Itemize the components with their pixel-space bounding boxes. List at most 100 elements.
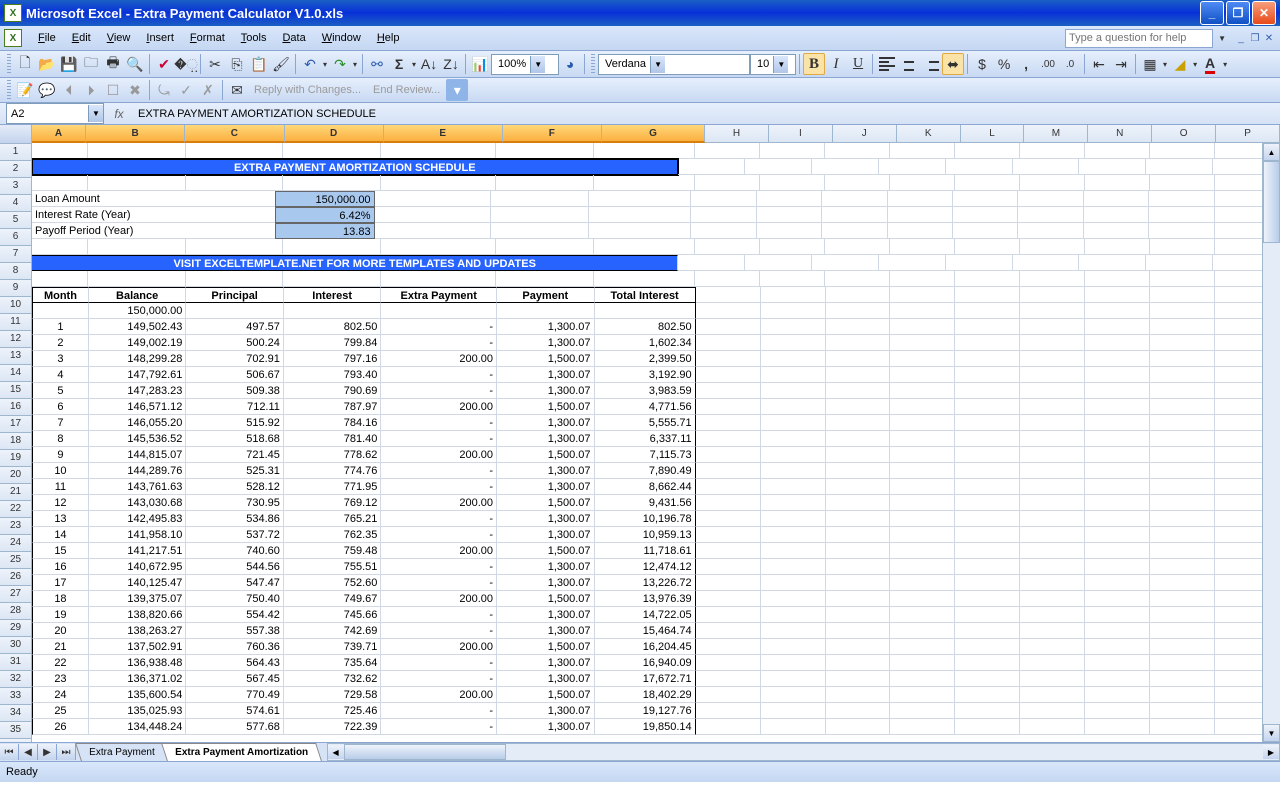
cell[interactable] — [1020, 239, 1085, 255]
data-cell[interactable]: 1,300.07 — [497, 527, 595, 543]
cell[interactable] — [745, 255, 812, 271]
data-cell[interactable]: 6 — [32, 399, 89, 415]
cell[interactable] — [890, 287, 955, 303]
cell[interactable] — [890, 479, 955, 495]
cell[interactable]: 150,000.00 — [89, 303, 187, 319]
cell[interactable] — [1150, 687, 1215, 703]
cell[interactable] — [955, 655, 1020, 671]
row-header[interactable]: 23 — [0, 518, 32, 535]
row-header[interactable]: 25 — [0, 552, 32, 569]
data-cell[interactable]: 1,300.07 — [497, 367, 595, 383]
cell[interactable] — [1150, 623, 1215, 639]
data-cell[interactable]: 784.16 — [284, 415, 382, 431]
cell[interactable] — [696, 335, 761, 351]
cell[interactable] — [890, 543, 955, 559]
cell[interactable] — [32, 303, 89, 319]
cell[interactable] — [761, 671, 826, 687]
cell[interactable] — [695, 239, 760, 255]
data-cell[interactable]: 3,192.90 — [595, 367, 696, 383]
increase-indent-button[interactable]: ⇥ — [1110, 53, 1132, 75]
menu-data[interactable]: Data — [274, 29, 313, 47]
row-header[interactable]: 5 — [0, 212, 32, 229]
cell[interactable] — [955, 447, 1020, 463]
cell[interactable] — [1085, 383, 1150, 399]
cell[interactable] — [826, 463, 891, 479]
cell[interactable] — [955, 719, 1020, 735]
permission-icon[interactable]: 🗀 — [80, 53, 102, 75]
cell[interactable] — [812, 255, 879, 271]
scroll-down-icon[interactable]: ▼ — [1263, 724, 1280, 742]
cell[interactable] — [696, 575, 761, 591]
cell[interactable] — [1150, 575, 1215, 591]
cell[interactable] — [1020, 383, 1085, 399]
next-comment-icon[interactable]: ⏵ — [80, 79, 102, 101]
cell[interactable] — [890, 383, 955, 399]
data-cell[interactable]: 1,300.07 — [497, 607, 595, 623]
cell[interactable] — [955, 319, 1020, 335]
cell[interactable] — [1150, 511, 1215, 527]
vertical-scrollbar[interactable]: ▲ ▼ — [1262, 143, 1280, 742]
menu-window[interactable]: Window — [314, 29, 369, 47]
data-cell[interactable]: 19,127.76 — [595, 703, 696, 719]
row-header[interactable]: 27 — [0, 586, 32, 603]
data-cell[interactable]: 802.50 — [284, 319, 382, 335]
paste-icon[interactable]: 📋 — [248, 53, 270, 75]
cell[interactable] — [695, 271, 760, 287]
data-cell[interactable]: 143,761.63 — [89, 479, 187, 495]
cell[interactable] — [1150, 351, 1215, 367]
cell[interactable] — [381, 239, 497, 255]
cell[interactable] — [1079, 159, 1146, 175]
font-size-combo[interactable]: 10▼ — [750, 54, 796, 75]
table-header[interactable]: Extra Payment — [381, 287, 497, 303]
cell[interactable] — [1085, 527, 1150, 543]
cell[interactable] — [955, 495, 1020, 511]
cell[interactable] — [1085, 399, 1150, 415]
tab-next-icon[interactable]: ▶ — [38, 744, 57, 760]
cell[interactable] — [1020, 447, 1085, 463]
cell[interactable] — [1150, 303, 1215, 319]
col-header-I[interactable]: I — [769, 125, 833, 143]
cell[interactable] — [955, 175, 1020, 191]
decrease-decimal-button[interactable]: .0 — [1059, 53, 1081, 75]
cell[interactable] — [696, 543, 761, 559]
cell[interactable] — [1079, 255, 1146, 271]
data-cell[interactable]: 11 — [32, 479, 89, 495]
cell[interactable] — [1150, 591, 1215, 607]
cell[interactable] — [88, 143, 186, 159]
cell[interactable] — [1020, 703, 1085, 719]
data-cell[interactable]: 4 — [32, 367, 89, 383]
cell[interactable] — [594, 143, 695, 159]
cell[interactable] — [955, 479, 1020, 495]
cell[interactable] — [826, 703, 891, 719]
cell[interactable] — [1150, 287, 1215, 303]
cell[interactable] — [825, 239, 890, 255]
data-cell[interactable]: 200.00 — [381, 639, 497, 655]
data-cell[interactable]: 1,300.07 — [497, 655, 595, 671]
cell[interactable] — [760, 271, 825, 287]
cell[interactable] — [955, 623, 1020, 639]
cell[interactable] — [760, 175, 825, 191]
label-cell[interactable]: Payoff Period (Year) — [32, 223, 275, 239]
row-header[interactable]: 18 — [0, 433, 32, 450]
data-cell[interactable]: 1,500.07 — [497, 543, 595, 559]
cell[interactable] — [890, 527, 955, 543]
cell[interactable] — [1150, 463, 1215, 479]
cell[interactable] — [1150, 447, 1215, 463]
data-cell[interactable]: 134,448.24 — [89, 719, 187, 735]
row-header[interactable]: 9 — [0, 280, 32, 297]
copy-icon[interactable]: ⎘ — [226, 53, 248, 75]
cell[interactable] — [888, 223, 953, 239]
data-cell[interactable]: 1,300.07 — [497, 623, 595, 639]
show-ink-icon[interactable]: 📝 — [14, 79, 36, 101]
cell[interactable] — [1150, 607, 1215, 623]
cell[interactable] — [955, 351, 1020, 367]
data-cell[interactable]: 1,300.07 — [497, 511, 595, 527]
cell[interactable] — [1085, 687, 1150, 703]
cell[interactable] — [955, 591, 1020, 607]
chevron-down-icon[interactable]: ▼ — [1216, 34, 1228, 43]
row-header[interactable]: 36 — [0, 739, 32, 742]
data-cell[interactable]: 14,722.05 — [595, 607, 696, 623]
row-header[interactable]: 15 — [0, 382, 32, 399]
cell[interactable] — [826, 287, 891, 303]
cell[interactable] — [761, 431, 826, 447]
